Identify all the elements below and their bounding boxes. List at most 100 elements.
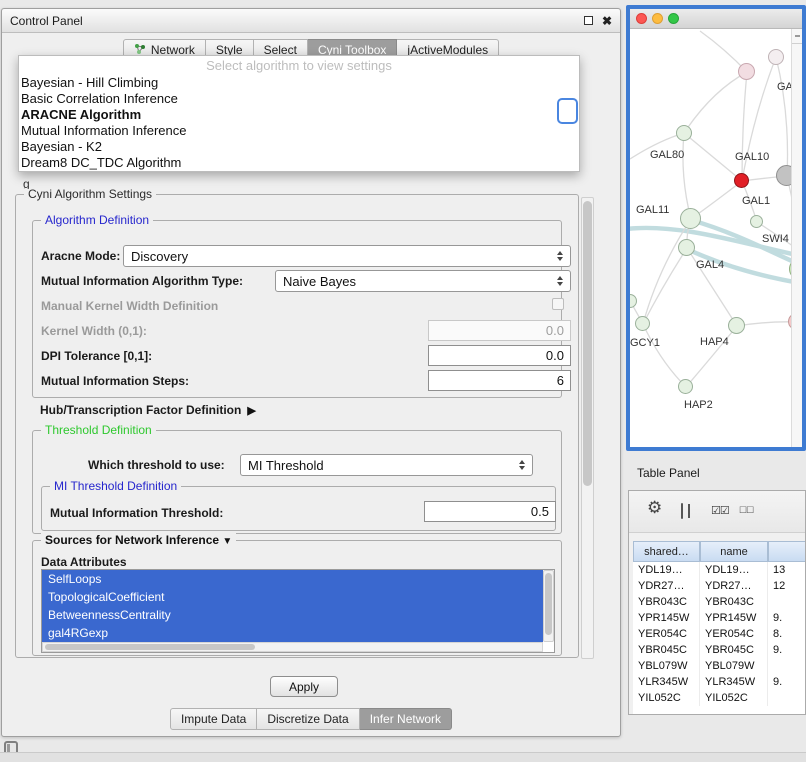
node-gal80[interactable] bbox=[676, 125, 692, 141]
field-value: 6 bbox=[557, 373, 564, 388]
group-title: Cyni Algorithm Settings bbox=[24, 187, 156, 201]
algorithm-option[interactable]: Bayesian - Hill Climbing bbox=[19, 75, 579, 91]
attribute-item-selected[interactable]: TopologicalCoefficient bbox=[42, 588, 543, 606]
aracne-mode-select[interactable]: Discovery bbox=[123, 245, 571, 267]
node-label: GAL4 bbox=[696, 259, 724, 271]
column-header-shared-name[interactable]: shared… bbox=[633, 541, 700, 562]
focused-help-button[interactable] bbox=[557, 98, 578, 124]
cell-name: YDR27… bbox=[700, 578, 768, 594]
node-gal10-highlighted[interactable] bbox=[734, 173, 749, 188]
table-row[interactable]: YBR045C YBR045C 9. bbox=[633, 642, 805, 658]
cell-value bbox=[768, 690, 805, 706]
node-unlabeled[interactable] bbox=[738, 63, 755, 80]
close-icon[interactable]: ✖ bbox=[602, 16, 612, 26]
sources-label: Sources for Network Inference bbox=[45, 533, 219, 547]
cell-shared-name: YBR045C bbox=[633, 642, 700, 658]
cell-name: YLR345W bbox=[700, 674, 768, 690]
sources-toggle[interactable]: Sources for Network Inference ▼ bbox=[41, 533, 236, 547]
tab-impute-data[interactable]: Impute Data bbox=[170, 708, 257, 730]
apply-button[interactable]: Apply bbox=[270, 676, 338, 697]
list-horizontal-scrollbar[interactable] bbox=[42, 642, 543, 652]
field-value: 0.0 bbox=[546, 348, 564, 363]
gear-icon[interactable]: ⚙ bbox=[647, 498, 662, 518]
attribute-item-selected[interactable]: SelfLoops bbox=[42, 570, 543, 588]
bottom-tabbar: Impute Data Discretize Data Infer Networ… bbox=[2, 708, 620, 730]
select-all-icon[interactable]: ☑☑ bbox=[711, 504, 729, 517]
table-row[interactable]: YER054C YER054C 8. bbox=[633, 626, 805, 642]
cell-shared-name: YBL079W bbox=[633, 658, 700, 674]
network-vertical-scrollbar[interactable] bbox=[791, 29, 802, 447]
table-panel-title: Table Panel bbox=[626, 460, 806, 486]
which-threshold-select[interactable]: MI Threshold bbox=[240, 454, 533, 476]
mi-threshold-field[interactable]: 0.5 bbox=[424, 501, 556, 522]
apply-label: Apply bbox=[289, 680, 319, 694]
table-row[interactable]: YIL052C YIL052C bbox=[633, 690, 805, 706]
selected-value: Discovery bbox=[131, 249, 188, 264]
node-gal1[interactable] bbox=[750, 215, 763, 228]
cell-value bbox=[768, 658, 805, 674]
algorithm-option[interactable]: Mutual Information Inference bbox=[19, 123, 579, 139]
node-hap2[interactable] bbox=[678, 379, 693, 394]
algorithm-option[interactable]: Dream8 DC_TDC Algorithm bbox=[19, 155, 579, 171]
node-gal4[interactable] bbox=[678, 239, 695, 256]
clipped-label: g bbox=[23, 177, 30, 189]
table-toolbar: ⚙ ☑☑ ☐☐ bbox=[629, 491, 805, 533]
algorithm-dropdown-popup: Select algorithm to view settings Bayesi… bbox=[18, 55, 580, 172]
hub-section-toggle[interactable]: Hub/Transcription Factor Definition▶ bbox=[40, 403, 256, 417]
node-label: SWI4 bbox=[762, 233, 789, 245]
node-gal11[interactable] bbox=[680, 208, 701, 229]
table-row[interactable]: YDR27… YDR27… 12 bbox=[633, 578, 805, 594]
cell-shared-name: YBR043C bbox=[633, 594, 700, 610]
cell-name: YIL052C bbox=[700, 690, 768, 706]
hub-section-label: Hub/Transcription Factor Definition bbox=[40, 403, 241, 417]
network-canvas[interactable]: GAL8 GAL80 GAL10 GAL11 GAL1 SWI4 GAL4 GC… bbox=[630, 29, 802, 447]
node-gcy1[interactable] bbox=[635, 316, 650, 331]
cell-value: 9. bbox=[768, 610, 805, 626]
columns-icon[interactable] bbox=[681, 504, 683, 518]
algorithm-option[interactable]: Basic Correlation Inference bbox=[19, 91, 579, 107]
table-row[interactable]: YBR043C YBR043C bbox=[633, 594, 805, 610]
deselect-all-icon[interactable]: ☐☐ bbox=[739, 505, 753, 516]
cell-name: YDL19… bbox=[700, 562, 768, 578]
node-gal8[interactable] bbox=[768, 49, 784, 65]
close-traffic-light[interactable] bbox=[636, 13, 647, 24]
control-panel-window: Control Panel ✖ Network Style Select Cyn… bbox=[1, 8, 621, 737]
node-hap4[interactable] bbox=[728, 317, 745, 334]
tab-label: Infer Network bbox=[370, 712, 441, 726]
kernel-width-label: Kernel Width (0,1): bbox=[41, 324, 147, 338]
cell-shared-name: YLR345W bbox=[633, 674, 700, 690]
group-title: MI Threshold Definition bbox=[50, 479, 181, 493]
cell-shared-name: YDR27… bbox=[633, 578, 700, 594]
dpi-tolerance-field[interactable]: 0.0 bbox=[428, 345, 571, 366]
kernel-width-field[interactable]: 0.0 bbox=[428, 320, 571, 341]
tab-label: Discretize Data bbox=[267, 712, 348, 726]
cell-value: 9. bbox=[768, 674, 805, 690]
minimize-traffic-light[interactable] bbox=[652, 13, 663, 24]
column-header-name[interactable]: name bbox=[700, 541, 768, 562]
data-attributes-label: Data Attributes bbox=[41, 555, 127, 569]
attribute-item-selected[interactable]: BetweennessCentrality bbox=[42, 606, 543, 624]
attribute-item-selected[interactable]: gal4RGexp bbox=[42, 624, 543, 642]
list-vertical-scrollbar[interactable] bbox=[543, 570, 554, 642]
algorithm-option[interactable]: Bayesian - K2 bbox=[19, 139, 579, 155]
table-row[interactable]: YDL19… YDL19… 13 bbox=[633, 562, 805, 578]
table-row[interactable]: YLR345W YLR345W 9. bbox=[633, 674, 805, 690]
float-window-icon[interactable] bbox=[584, 16, 593, 25]
mi-algorithm-type-select[interactable]: Naive Bayes bbox=[275, 270, 571, 292]
selected-value: Naive Bayes bbox=[283, 274, 356, 289]
algorithm-option-selected[interactable]: ARACNE Algorithm bbox=[19, 107, 579, 123]
cell-value bbox=[768, 594, 805, 610]
tab-infer-network[interactable]: Infer Network bbox=[360, 708, 452, 730]
tab-discretize-data[interactable]: Discretize Data bbox=[257, 708, 359, 730]
node-label: GAL10 bbox=[735, 151, 769, 163]
network-view-window: GAL8 GAL80 GAL10 GAL11 GAL1 SWI4 GAL4 GC… bbox=[626, 5, 806, 451]
zoom-traffic-light[interactable] bbox=[668, 13, 679, 24]
network-window-titlebar[interactable] bbox=[630, 9, 802, 29]
table-row[interactable]: YBL079W YBL079W bbox=[633, 658, 805, 674]
settings-scrollbar[interactable] bbox=[581, 197, 594, 659]
column-header-clipped[interactable] bbox=[768, 541, 806, 562]
manual-kernel-checkbox[interactable] bbox=[552, 298, 564, 310]
mi-steps-field[interactable]: 6 bbox=[428, 370, 571, 391]
tab-label: Impute Data bbox=[181, 712, 246, 726]
table-row[interactable]: YPR145W YPR145W 9. bbox=[633, 610, 805, 626]
